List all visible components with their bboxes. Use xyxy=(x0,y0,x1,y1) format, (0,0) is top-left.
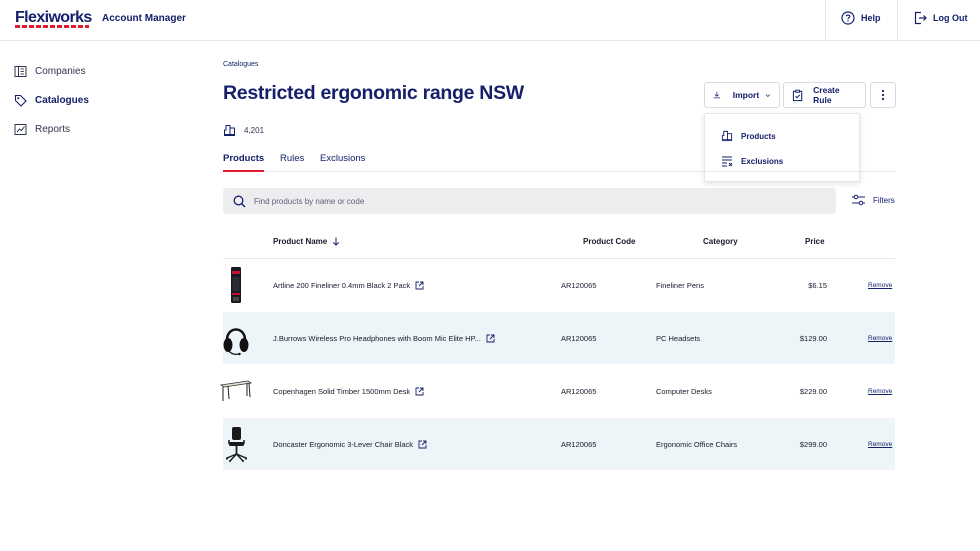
chart-icon xyxy=(14,124,27,135)
sidebar-item-catalogues[interactable]: Catalogues xyxy=(14,94,89,107)
product-code: AR120065 xyxy=(561,281,597,290)
external-link-icon[interactable] xyxy=(415,387,424,396)
building-icon xyxy=(14,66,27,77)
product-name-cell: Copenhagen Solid Timber 1500mm Desk xyxy=(273,387,424,396)
product-code: AR120065 xyxy=(561,440,597,449)
create-rule-button[interactable]: Create Rule xyxy=(783,82,866,108)
external-link-icon[interactable] xyxy=(415,281,424,290)
download-icon xyxy=(713,91,721,99)
product-category: Ergonomic Office Chairs xyxy=(656,440,738,449)
import-button[interactable]: Import xyxy=(704,82,780,108)
sidebar-item-companies[interactable]: Companies xyxy=(14,65,86,78)
product-name-cell: Doncaster Ergonomic 3-Lever Chair Black xyxy=(273,440,427,449)
more-options-button[interactable] xyxy=(870,82,896,108)
header-divider xyxy=(825,0,826,40)
search-bar[interactable] xyxy=(223,188,836,214)
logout-icon xyxy=(914,11,927,25)
product-category: Computer Desks xyxy=(656,387,712,396)
top-bar: Flexiworks Account Manager Help Log Out xyxy=(0,0,980,41)
breadcrumb[interactable]: Catalogues xyxy=(223,61,258,68)
column-header-product-name[interactable]: Product Name xyxy=(273,237,340,246)
headset-image xyxy=(223,328,249,356)
product-price: $6.15 xyxy=(808,281,827,290)
tab-rules[interactable]: Rules xyxy=(280,153,304,172)
sidebar-item-label: Reports xyxy=(35,124,71,135)
product-thumbnail[interactable] xyxy=(219,371,253,411)
table-row[interactable]: J.Burrows Wireless Pro Headphones with B… xyxy=(223,312,895,364)
product-price: $229.00 xyxy=(799,387,827,396)
products-icon xyxy=(224,125,235,136)
tab-products[interactable]: Products xyxy=(223,153,265,172)
page-title: Restricted ergonomic range NSW xyxy=(223,82,524,104)
product-name[interactable]: Copenhagen Solid Timber 1500mm Desk xyxy=(273,387,410,396)
product-code: AR120065 xyxy=(561,334,597,343)
product-thumbnail[interactable] xyxy=(223,424,249,464)
help-label: Help xyxy=(861,13,881,23)
product-count: 4,201 xyxy=(223,124,264,137)
logout-button[interactable]: Log Out xyxy=(913,11,968,25)
help-icon xyxy=(841,11,855,25)
tab-bar: Products Rules Exclusions xyxy=(223,152,895,172)
menu-item-label: Products xyxy=(741,131,776,141)
sort-arrow-down-icon xyxy=(333,237,340,246)
search-icon xyxy=(233,195,246,207)
header-divider xyxy=(897,0,898,40)
filters-button[interactable]: Filters xyxy=(851,194,895,206)
sliders-icon xyxy=(852,194,865,206)
pen-pack-image xyxy=(231,267,241,303)
table-row[interactable]: Copenhagen Solid Timber 1500mm Desk AR12… xyxy=(220,365,895,417)
external-link-icon[interactable] xyxy=(486,334,495,343)
column-header-label: Product Name xyxy=(273,237,328,246)
product-price: $129.00 xyxy=(799,334,827,343)
table-row[interactable]: Doncaster Ergonomic 3-Lever Chair Black … xyxy=(223,418,895,470)
chevron-down-icon xyxy=(765,93,771,97)
app-name: Account Manager xyxy=(102,13,186,24)
product-thumbnail[interactable] xyxy=(223,265,249,305)
tag-icon xyxy=(14,94,27,107)
column-header-price[interactable]: Price xyxy=(805,237,825,246)
chair-image xyxy=(225,427,248,462)
product-name[interactable]: Artline 200 Fineliner 0.4mm Black 2 Pack xyxy=(273,281,410,290)
remove-link[interactable]: Remove xyxy=(868,335,892,342)
desk-image xyxy=(220,380,252,401)
search-input[interactable] xyxy=(254,196,814,206)
column-header-product-code[interactable]: Product Code xyxy=(583,237,635,246)
filters-label: Filters xyxy=(873,195,895,205)
product-name[interactable]: J.Burrows Wireless Pro Headphones with B… xyxy=(273,334,481,343)
more-vertical-icon xyxy=(881,89,885,101)
import-label: Import xyxy=(732,90,760,100)
remove-link[interactable]: Remove xyxy=(868,388,892,395)
sidebar-item-label: Catalogues xyxy=(35,95,89,106)
product-name-cell: J.Burrows Wireless Pro Headphones with B… xyxy=(273,334,495,343)
clipboard-check-icon xyxy=(792,89,803,101)
remove-link[interactable]: Remove xyxy=(868,282,892,289)
logo-underline xyxy=(15,25,89,28)
help-button[interactable]: Help xyxy=(841,11,881,25)
product-category: PC Headsets xyxy=(656,334,701,343)
sidebar-item-label: Companies xyxy=(35,66,86,77)
tab-exclusions[interactable]: Exclusions xyxy=(320,153,365,172)
product-code: AR120065 xyxy=(561,387,597,396)
sidebar-item-reports[interactable]: Reports xyxy=(14,123,70,136)
product-category: Fineliner Pens xyxy=(656,281,704,290)
products-icon xyxy=(721,130,733,142)
external-link-icon[interactable] xyxy=(418,440,427,449)
logout-label: Log Out xyxy=(933,13,968,23)
create-rule-label: Create Rule xyxy=(813,85,840,105)
product-thumbnail[interactable] xyxy=(223,318,249,358)
table-row[interactable]: Artline 200 Fineliner 0.4mm Black 2 Pack… xyxy=(223,259,895,311)
product-count-value: 4,201 xyxy=(244,126,265,135)
product-name[interactable]: Doncaster Ergonomic 3-Lever Chair Black xyxy=(273,440,413,449)
product-name-cell: Artline 200 Fineliner 0.4mm Black 2 Pack xyxy=(273,281,424,290)
remove-link[interactable]: Remove xyxy=(868,441,892,448)
product-price: $299.00 xyxy=(799,440,827,449)
column-header-category[interactable]: Category xyxy=(703,237,738,246)
import-menu-item-products[interactable]: Products xyxy=(721,130,776,142)
